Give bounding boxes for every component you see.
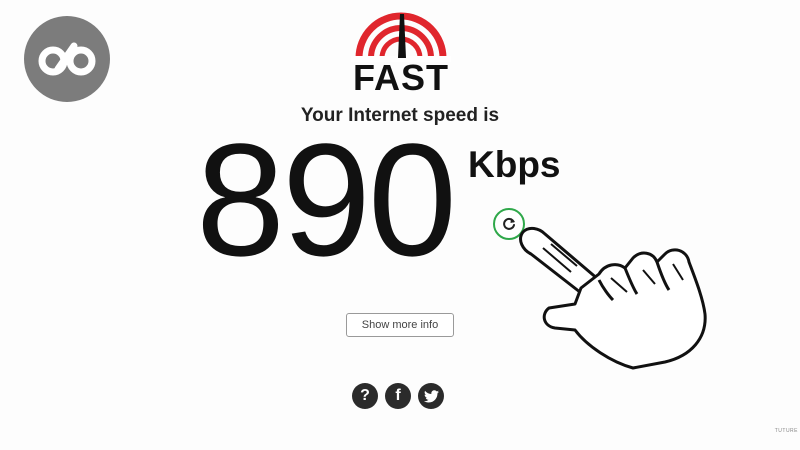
- facebook-icon: f: [395, 387, 401, 404]
- help-button[interactable]: ?: [352, 383, 378, 409]
- show-more-info-button[interactable]: Show more info: [346, 313, 454, 337]
- speed-gauge-icon: [351, 12, 451, 62]
- infinity-logo-icon: [24, 16, 110, 102]
- social-links: ? f: [352, 383, 444, 409]
- twitter-icon: [423, 389, 439, 402]
- twitter-button[interactable]: [418, 383, 444, 409]
- speed-value: 890: [196, 110, 457, 289]
- question-icon: ?: [360, 387, 370, 404]
- fast-speedtest-page: FAST Your Internet speed is 890 Kbps Sho…: [0, 0, 800, 450]
- corner-credit: TUTURE: [774, 428, 798, 434]
- fast-wordmark: FAST: [352, 57, 449, 98]
- facebook-button[interactable]: f: [385, 383, 411, 409]
- fast-logo[interactable]: FAST: [346, 6, 456, 96]
- speed-unit: Kbps: [468, 144, 561, 185]
- hand-pointer-icon: [519, 226, 707, 370]
